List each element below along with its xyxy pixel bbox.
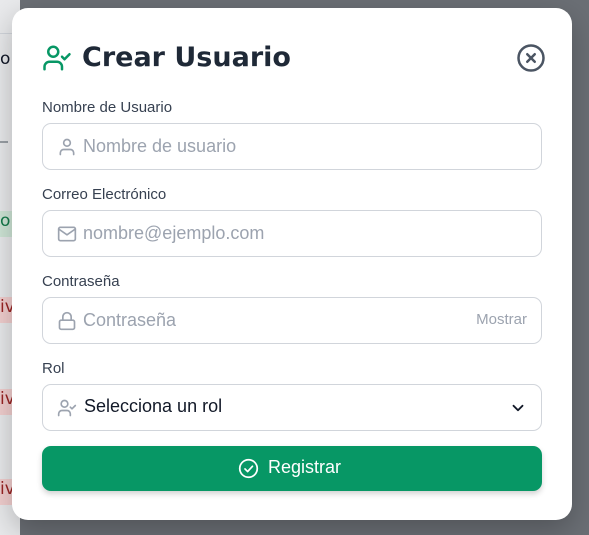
email-label: Correo Electrónico	[42, 186, 167, 203]
mail-icon	[57, 226, 77, 242]
background-divider	[0, 33, 12, 34]
register-button[interactable]: Registrar	[42, 446, 542, 491]
email-field[interactable]	[42, 210, 542, 257]
user-icon	[59, 138, 75, 156]
register-button-label: Registrar	[268, 457, 342, 477]
chevron-down-icon	[512, 404, 524, 412]
password-label: Contraseña	[42, 273, 120, 290]
password-input[interactable]	[83, 298, 463, 343]
username-field[interactable]	[42, 123, 542, 170]
background-dash	[0, 141, 8, 143]
modal-header: Crear Usuario	[42, 40, 546, 80]
background-status-badge: iv	[0, 479, 15, 505]
background-status-badge: iv	[0, 389, 15, 415]
show-password-toggle[interactable]: Mostrar	[476, 311, 527, 328]
background-text-fragment: o	[0, 49, 11, 69]
user-check-icon	[43, 45, 71, 71]
modal-title: Crear Usuario	[82, 42, 291, 73]
lock-icon	[58, 311, 76, 331]
email-input[interactable]	[83, 211, 463, 256]
username-label: Nombre de Usuario	[42, 99, 173, 116]
user-check-icon	[57, 399, 77, 417]
password-field[interactable]: Mostrar	[42, 297, 542, 344]
close-icon[interactable]	[516, 43, 546, 73]
check-circle-icon	[238, 458, 259, 479]
role-selected-value: Selecciona un rol	[84, 396, 223, 416]
background-status-badge: iv	[0, 297, 15, 323]
background-status-badge: o	[0, 211, 12, 237]
role-select[interactable]: Selecciona un rol	[42, 384, 542, 431]
username-input[interactable]	[83, 124, 463, 169]
create-user-modal: Crear Usuario Nombre de Usuario Correo E…	[12, 8, 572, 520]
role-label: Rol	[42, 360, 65, 377]
